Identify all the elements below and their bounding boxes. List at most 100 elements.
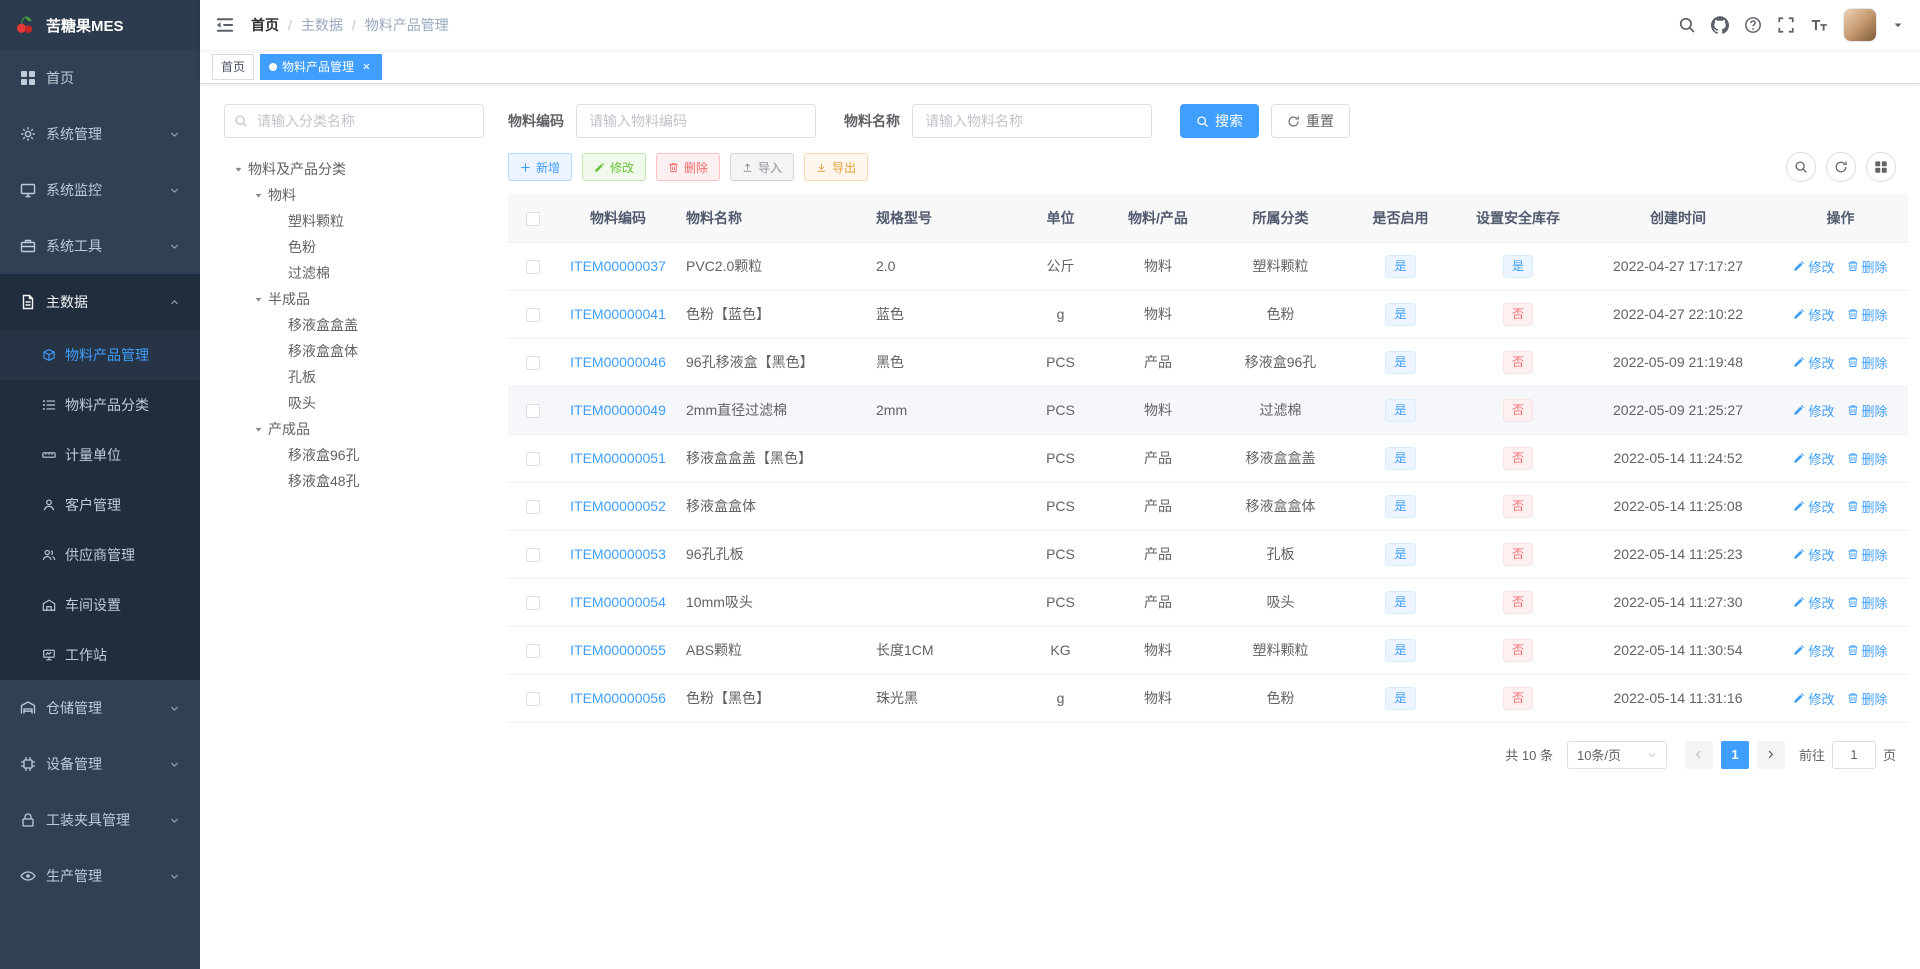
row-edit-link[interactable]: 修改 <box>1793 497 1835 516</box>
row-delete-link[interactable]: 删除 <box>1847 305 1888 324</box>
material-code-link[interactable]: ITEM00000049 <box>570 402 666 418</box>
page-number-button[interactable]: 1 <box>1720 740 1749 769</box>
sidebar-item-system-management[interactable]: 系统管理 <box>0 106 200 162</box>
tree-node[interactable]: 产成品 <box>224 416 484 442</box>
import-button[interactable]: 导入 <box>730 153 795 181</box>
delete-button[interactable]: 删除 <box>656 153 721 181</box>
tree-node[interactable]: 孔板 <box>224 364 484 390</box>
material-code-link[interactable]: ITEM00000046 <box>570 354 666 370</box>
sidebar-item-material-product-category[interactable]: 物料产品分类 <box>0 380 200 430</box>
tree-expand-icon[interactable] <box>228 160 248 178</box>
row-edit-link[interactable]: 修改 <box>1793 689 1835 708</box>
sidebar-item-fixture-management[interactable]: 工装夹具管理 <box>0 792 200 848</box>
sidebar-item-master-data[interactable]: 主数据 <box>0 274 200 330</box>
tree-node[interactable]: 移液盒盒盖 <box>224 312 484 338</box>
reset-button[interactable]: 重置 <box>1271 104 1350 138</box>
row-checkbox[interactable] <box>526 308 540 323</box>
row-delete-link[interactable]: 删除 <box>1847 593 1888 612</box>
row-delete-link[interactable]: 删除 <box>1847 401 1888 420</box>
material-code-link[interactable]: ITEM00000041 <box>570 306 666 322</box>
github-icon[interactable] <box>1711 16 1729 34</box>
row-edit-link[interactable]: 修改 <box>1793 449 1835 468</box>
tree-node[interactable]: 物料 <box>224 182 484 208</box>
material-code-link[interactable]: ITEM00000052 <box>570 498 666 514</box>
tree-node[interactable]: 过滤棉 <box>224 260 484 286</box>
tree-node[interactable]: 物料及产品分类 <box>224 156 484 182</box>
row-checkbox[interactable] <box>526 260 540 275</box>
material-code-link[interactable]: ITEM00000055 <box>570 642 666 658</box>
sidebar-item-measurement-unit[interactable]: 计量单位 <box>0 430 200 480</box>
row-delete-link[interactable]: 删除 <box>1847 449 1888 468</box>
material-code-input[interactable] <box>576 104 816 138</box>
select-all-checkbox[interactable] <box>526 211 540 226</box>
row-edit-link[interactable]: 修改 <box>1793 305 1835 324</box>
sidebar-item-warehouse-management[interactable]: 仓储管理 <box>0 680 200 736</box>
toggle-columns-button[interactable] <box>1866 152 1896 182</box>
breadcrumb-item[interactable]: 首页 <box>251 15 279 35</box>
sidebar-item-equipment-management[interactable]: 设备管理 <box>0 736 200 792</box>
tree-expand-icon[interactable] <box>248 420 268 438</box>
tree-node[interactable]: 塑料颗粒 <box>224 208 484 234</box>
row-checkbox[interactable] <box>526 500 540 515</box>
tab-home[interactable]: 首页 <box>212 53 255 80</box>
row-edit-link[interactable]: 修改 <box>1793 401 1835 420</box>
row-edit-link[interactable]: 修改 <box>1793 257 1835 276</box>
row-delete-link[interactable]: 删除 <box>1847 641 1888 660</box>
export-button[interactable]: 导出 <box>804 153 869 181</box>
refresh-table-button[interactable] <box>1826 152 1856 182</box>
font-size-icon[interactable] <box>1810 16 1828 34</box>
category-search-input[interactable] <box>224 104 484 138</box>
tree-node[interactable]: 移液盒96孔 <box>224 442 484 468</box>
tree-expand-icon[interactable] <box>248 290 268 308</box>
goto-page-input[interactable] <box>1831 740 1876 769</box>
material-code-link[interactable]: ITEM00000053 <box>570 546 666 562</box>
row-checkbox[interactable] <box>526 404 540 419</box>
sidebar-item-material-product-management[interactable]: 物料产品管理 <box>0 330 200 380</box>
row-checkbox[interactable] <box>526 452 540 467</box>
add-button[interactable]: 新增 <box>508 153 573 181</box>
row-delete-link[interactable]: 删除 <box>1847 545 1888 564</box>
row-edit-link[interactable]: 修改 <box>1793 545 1835 564</box>
tree-node[interactable]: 移液盒48孔 <box>224 468 484 494</box>
row-edit-link[interactable]: 修改 <box>1793 641 1835 660</box>
sidebar-item-system-tools[interactable]: 系统工具 <box>0 218 200 274</box>
row-checkbox[interactable] <box>526 356 540 371</box>
page-size-select[interactable]: 10条/页 <box>1566 740 1667 769</box>
sidebar-item-production-management[interactable]: 生产管理 <box>0 848 200 904</box>
edit-button[interactable]: 修改 <box>582 153 647 181</box>
sidebar-item-workstation[interactable]: 工作站 <box>0 630 200 680</box>
sidebar-item-system-monitor[interactable]: 系统监控 <box>0 162 200 218</box>
close-icon[interactable] <box>359 60 373 74</box>
tab-material-product-management[interactable]: 物料产品管理 <box>260 53 383 80</box>
material-code-link[interactable]: ITEM00000054 <box>570 594 666 610</box>
search-button[interactable]: 搜索 <box>1180 104 1259 138</box>
row-delete-link[interactable]: 删除 <box>1847 353 1888 372</box>
tree-node[interactable]: 色粉 <box>224 234 484 260</box>
app-logo[interactable]: 苦糖果MES <box>0 0 200 50</box>
caret-down-icon[interactable] <box>1892 19 1904 31</box>
tree-node[interactable]: 半成品 <box>224 286 484 312</box>
material-code-link[interactable]: ITEM00000037 <box>570 258 666 274</box>
sidebar-item-customer-management[interactable]: 客户管理 <box>0 480 200 530</box>
tree-node[interactable]: 移液盒盒体 <box>224 338 484 364</box>
hamburger-icon[interactable] <box>215 15 235 35</box>
row-edit-link[interactable]: 修改 <box>1793 353 1835 372</box>
row-edit-link[interactable]: 修改 <box>1793 593 1835 612</box>
row-delete-link[interactable]: 删除 <box>1847 497 1888 516</box>
next-page-button[interactable] <box>1756 740 1785 769</box>
fullscreen-icon[interactable] <box>1777 16 1795 34</box>
sidebar-item-supplier-management[interactable]: 供应商管理 <box>0 530 200 580</box>
row-checkbox[interactable] <box>526 692 540 707</box>
row-checkbox[interactable] <box>526 548 540 563</box>
sidebar-item-home[interactable]: 首页 <box>0 50 200 106</box>
question-icon[interactable] <box>1744 16 1762 34</box>
search-icon[interactable] <box>1678 16 1696 34</box>
tree-expand-icon[interactable] <box>248 186 268 204</box>
toggle-search-button[interactable] <box>1786 152 1816 182</box>
sidebar-item-workshop-settings[interactable]: 车间设置 <box>0 580 200 630</box>
row-delete-link[interactable]: 删除 <box>1847 257 1888 276</box>
material-name-input[interactable] <box>912 104 1152 138</box>
tree-node[interactable]: 吸头 <box>224 390 484 416</box>
row-checkbox[interactable] <box>526 644 540 659</box>
material-code-link[interactable]: ITEM00000056 <box>570 690 666 706</box>
